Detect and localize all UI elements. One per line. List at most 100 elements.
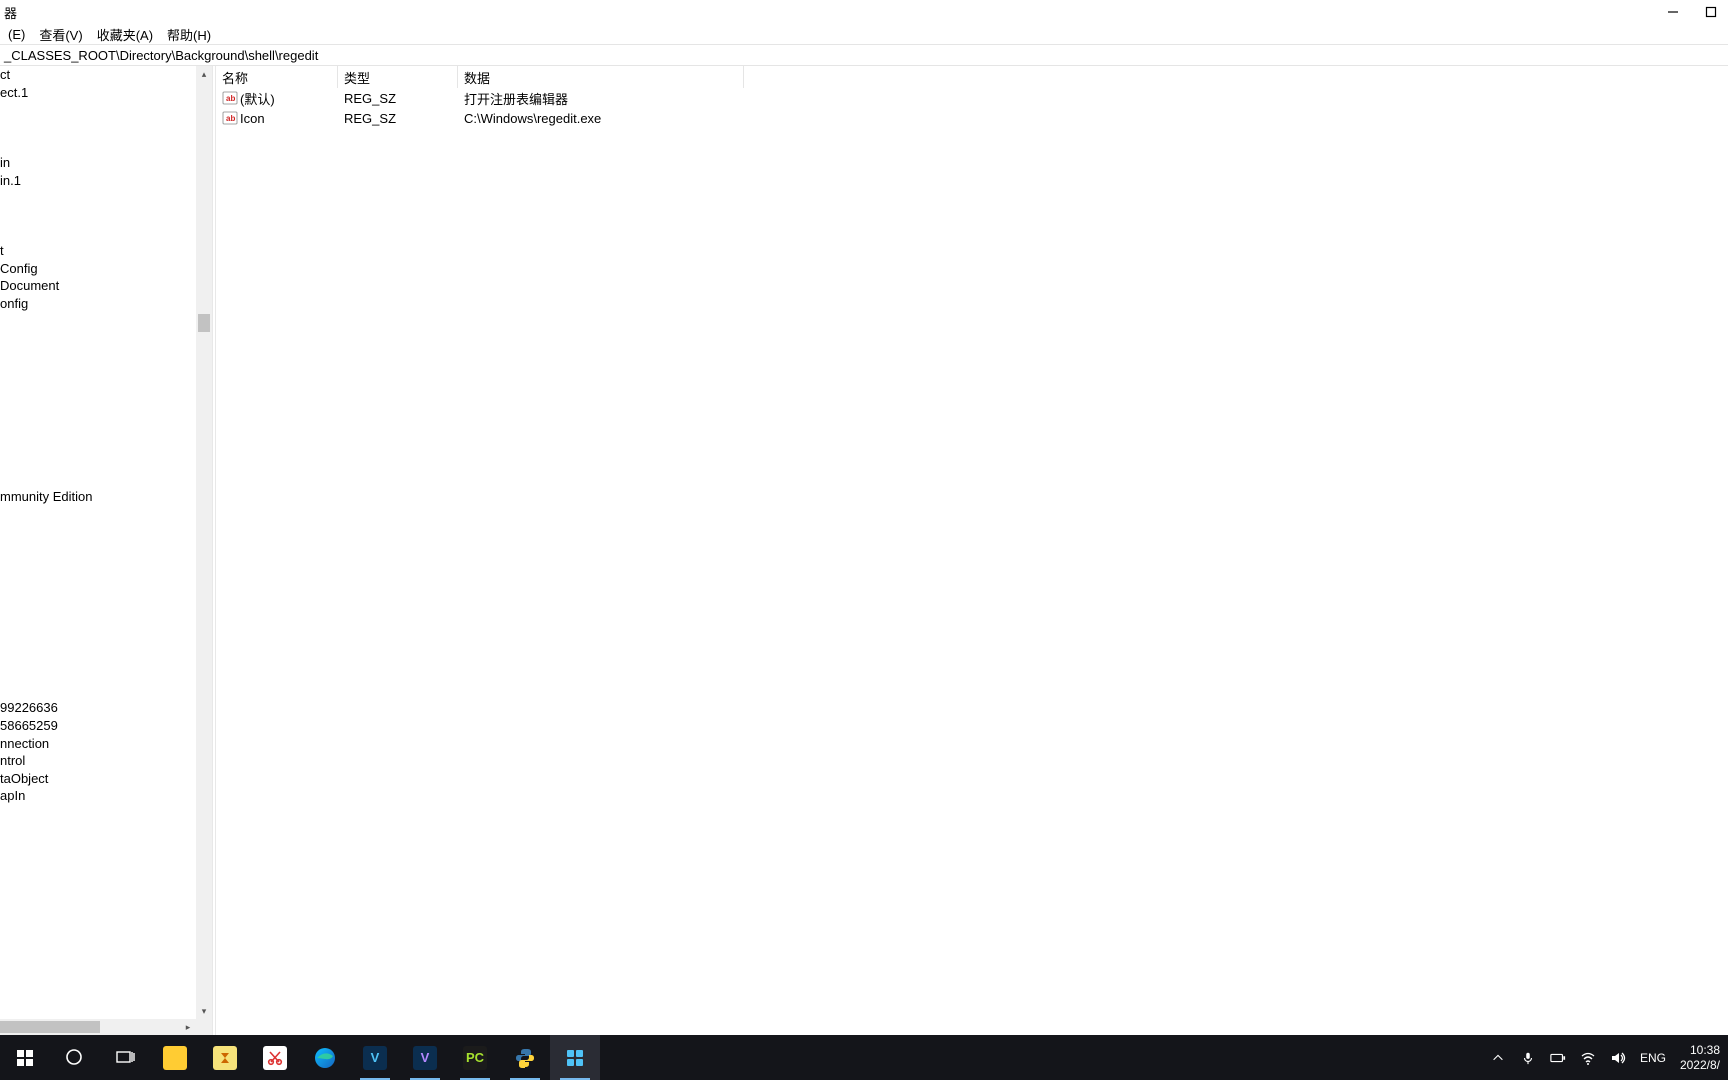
tree-item[interactable] (0, 471, 196, 489)
tree-item[interactable]: Document (0, 277, 196, 295)
tree-item[interactable] (0, 629, 196, 647)
tree-item[interactable]: mmunity Edition (0, 488, 196, 506)
menu-help[interactable]: 帮助(H) (161, 24, 217, 45)
tree-item[interactable] (0, 365, 196, 383)
taskbar-app-pycharm[interactable]: PC (450, 1035, 500, 1080)
tree-item[interactable]: in.1 (0, 172, 196, 190)
column-type[interactable]: 类型 (338, 66, 458, 88)
volume-icon[interactable] (1610, 1050, 1626, 1066)
start-button[interactable] (0, 1035, 50, 1080)
tree-item[interactable] (0, 594, 196, 612)
menu-edit[interactable]: (E) (2, 26, 31, 43)
tree-item[interactable] (0, 506, 196, 524)
taskbar[interactable]: V V PC ENG 10:38 (0, 1035, 1728, 1080)
tree-item[interactable] (0, 523, 196, 541)
wifi-icon[interactable] (1580, 1050, 1596, 1066)
row-name: (默认) (240, 89, 275, 108)
tree-item[interactable] (0, 312, 196, 330)
tree-item[interactable] (0, 559, 196, 577)
hscroll-thumb[interactable] (0, 1021, 100, 1033)
row-name: Icon (240, 111, 265, 126)
taskbar-app-explorer[interactable] (150, 1035, 200, 1080)
list-row[interactable]: ab (默认) REG_SZ 打开注册表编辑器 (216, 88, 1728, 108)
scroll-corner (196, 1019, 212, 1035)
tree-item[interactable] (0, 189, 196, 207)
tree-item[interactable]: ntrol (0, 752, 196, 770)
tree-item[interactable] (0, 435, 196, 453)
list-body[interactable]: ab(默认)REG_SZ打开注册表编辑器abIconREG_SZC:\Windo… (216, 88, 1728, 1035)
microphone-icon[interactable] (1520, 1050, 1536, 1066)
scroll-down-button[interactable]: ▾ (196, 1003, 212, 1019)
taskbar-app-regedit[interactable] (550, 1035, 600, 1080)
row-data: C:\Windows\regedit.exe (464, 111, 601, 126)
tree-item[interactable] (0, 541, 196, 559)
list-row[interactable]: abIcon REG_SZ C:\Windows\regedit.exe (216, 108, 1728, 128)
clock-date: 2022/8/ (1680, 1058, 1720, 1073)
ime-indicator[interactable]: ENG (1640, 1051, 1666, 1065)
main-area: ctect.1 inin.1 tConfigDocumentonfig mmunity… (0, 66, 1728, 1035)
tree-pane[interactable]: ctect.1 inin.1 tConfigDocumentonfig mmunity… (0, 66, 212, 1035)
taskbar-app-vscode[interactable]: V (350, 1035, 400, 1080)
taskbar-app-2[interactable] (200, 1035, 250, 1080)
row-type: REG_SZ (344, 91, 396, 106)
tree-item[interactable] (0, 647, 196, 665)
taskbar-app-vs[interactable]: V (400, 1035, 450, 1080)
tree-item[interactable] (0, 383, 196, 401)
tree-item[interactable]: nnection (0, 735, 196, 753)
tree-item[interactable]: Config (0, 260, 196, 278)
tree-item[interactable] (0, 576, 196, 594)
tree-item[interactable] (0, 207, 196, 225)
tree-item[interactable]: onfig (0, 295, 196, 313)
tree-item[interactable] (0, 682, 196, 700)
tree-item[interactable]: ct (0, 66, 196, 84)
taskbar-app-edge[interactable] (300, 1035, 350, 1080)
address-bar[interactable]: _CLASSES_ROOT\Directory\Background\shell… (0, 44, 1728, 66)
minimize-button[interactable] (1666, 5, 1680, 19)
taskbar-app-python[interactable] (500, 1035, 550, 1080)
tree-item[interactable]: apIn (0, 787, 196, 805)
system-tray: ENG 10:38 2022/8/ (1482, 1035, 1728, 1080)
vscroll-thumb[interactable] (198, 314, 210, 332)
tree-item[interactable]: ect.1 (0, 84, 196, 102)
svg-text:ab: ab (226, 94, 235, 103)
search-button[interactable] (50, 1035, 100, 1080)
tree-item[interactable]: t (0, 242, 196, 260)
tree-item[interactable] (0, 330, 196, 348)
tree-item[interactable] (0, 348, 196, 366)
tree-item[interactable]: taObject (0, 770, 196, 788)
tree-item[interactable] (0, 136, 196, 154)
title-bar: 器 (0, 0, 1728, 24)
task-view-button[interactable] (100, 1035, 150, 1080)
row-type: REG_SZ (344, 111, 396, 126)
row-data: 打开注册表编辑器 (464, 89, 568, 108)
column-data[interactable]: 数据 (458, 66, 744, 88)
tree-item[interactable] (0, 101, 196, 119)
tree-item[interactable]: 58665259 (0, 717, 196, 735)
horizontal-scrollbar[interactable]: ◂ ▸ (0, 1019, 196, 1035)
tree-item[interactable] (0, 418, 196, 436)
tray-chevron-up-icon[interactable] (1490, 1050, 1506, 1066)
window-title: 器 (4, 3, 17, 22)
tree-item[interactable] (0, 453, 196, 471)
clock-time: 10:38 (1680, 1043, 1720, 1058)
list-pane[interactable]: 名称 类型 数据 ab(默认)REG_SZ打开注册表编辑器abIconREG_S… (216, 66, 1728, 1035)
tree-item[interactable] (0, 224, 196, 242)
clock[interactable]: 10:38 2022/8/ (1680, 1043, 1720, 1073)
column-name[interactable]: 名称 (216, 66, 338, 88)
tree-item[interactable] (0, 611, 196, 629)
scroll-right-button[interactable]: ▸ (180, 1019, 196, 1035)
reg-string-icon: ab (222, 111, 238, 125)
tree-item[interactable] (0, 664, 196, 682)
maximize-button[interactable] (1704, 5, 1718, 19)
tree-item[interactable] (0, 119, 196, 137)
menu-favorites[interactable]: 收藏夹(A) (91, 24, 159, 45)
folder-icon (163, 1046, 187, 1070)
battery-icon[interactable] (1550, 1050, 1566, 1066)
tree-item[interactable] (0, 400, 196, 418)
vertical-scrollbar[interactable]: ▴ ▾ (196, 66, 212, 1019)
scroll-up-button[interactable]: ▴ (196, 66, 212, 82)
menu-view[interactable]: 查看(V) (33, 24, 88, 45)
tree-item[interactable]: 99226636 (0, 699, 196, 717)
tree-item[interactable]: in (0, 154, 196, 172)
taskbar-app-snip[interactable] (250, 1035, 300, 1080)
